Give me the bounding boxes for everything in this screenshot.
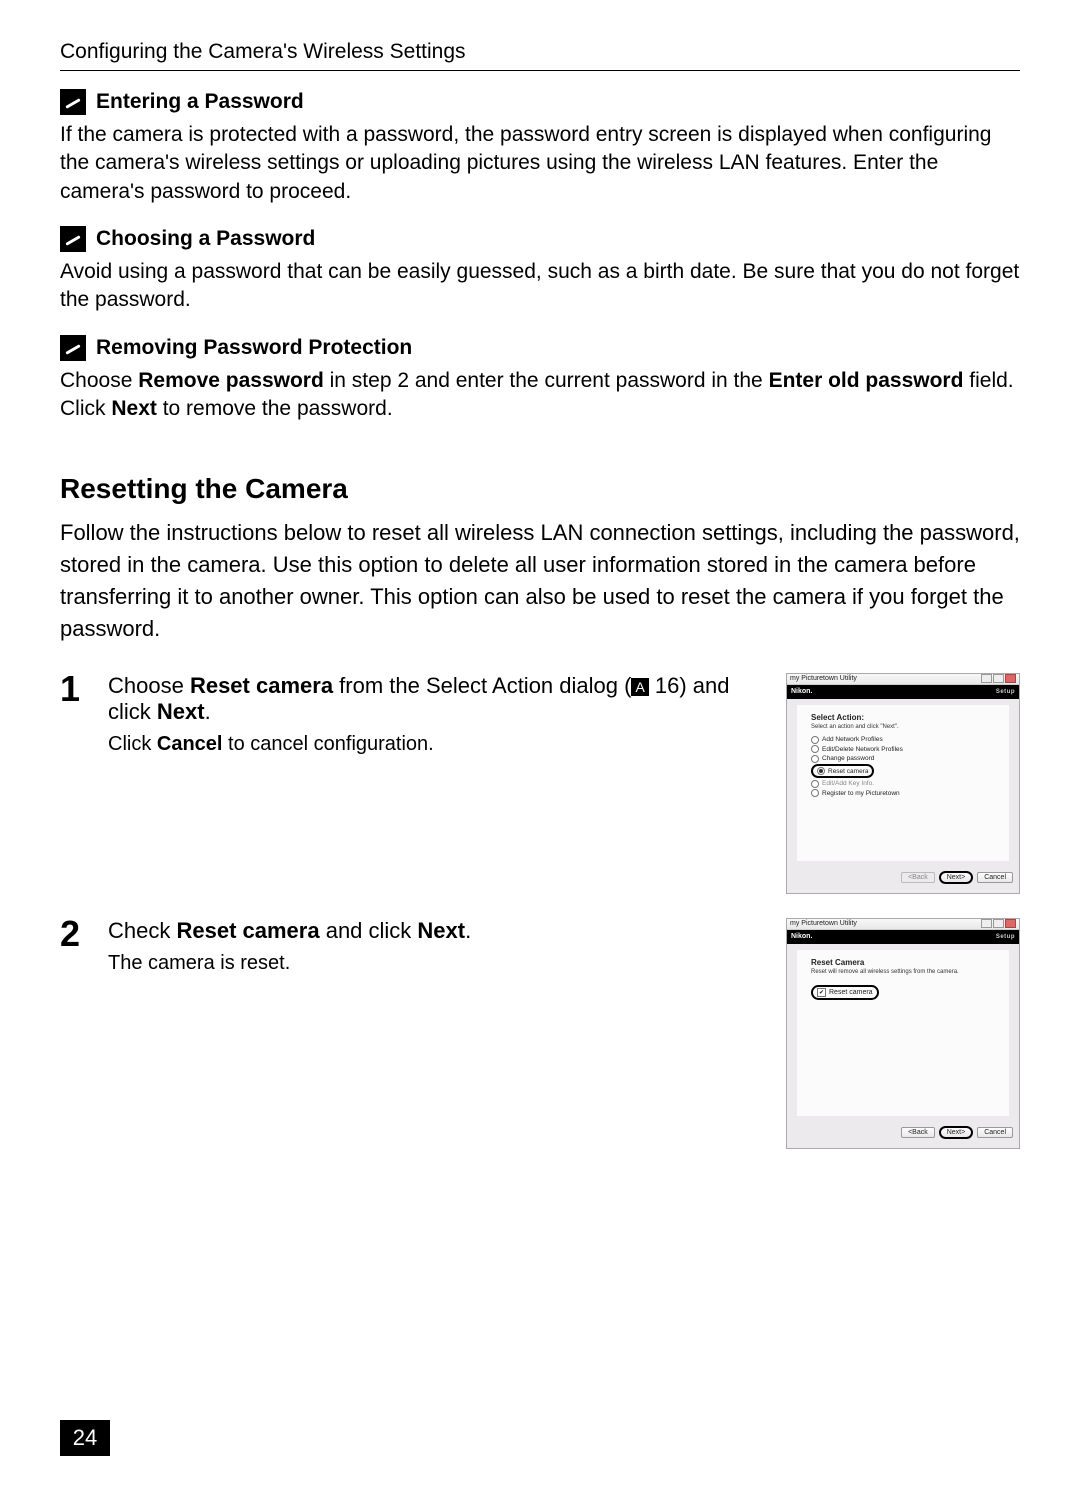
step-instruction: Check Reset camera and click Next. (108, 918, 768, 944)
dialog-subtext: Select an action and click "Next". (811, 724, 995, 730)
text: Check (108, 918, 176, 943)
note-body: Avoid using a password that can be easil… (60, 258, 1020, 315)
cancel-button[interactable]: Cancel (977, 872, 1013, 883)
radio-label: Add Network Profiles (822, 736, 883, 743)
step-subtext: Click Cancel to cancel configuration. (108, 733, 768, 756)
text-bold: Cancel (157, 733, 223, 755)
setup-label: Setup (996, 689, 1015, 695)
reference-icon: A (631, 678, 648, 696)
back-button[interactable]: <Back (901, 1127, 935, 1138)
page-header-title: Configuring the Camera's Wireless Settin… (60, 40, 1020, 64)
radio-group-actions: Add Network Profiles Edit/Delete Network… (811, 736, 995, 798)
text: Click (108, 733, 157, 755)
radio-label: Register to my Picturetown (822, 790, 900, 797)
step-instruction: Choose Reset camera from the Select Acti… (108, 673, 768, 725)
pencil-icon (60, 89, 86, 115)
text-bold: Enter old password (769, 369, 964, 392)
page-number: 24 (60, 1420, 110, 1456)
section-heading-resetting: Resetting the Camera (60, 473, 1020, 505)
checkbox-icon: ✔ (817, 988, 826, 997)
radio-edit-key-info[interactable]: Edit/Add Key Info. (811, 780, 995, 788)
step-2: 2 Check Reset camera and click Next. The… (60, 918, 1020, 1149)
note-body: If the camera is protected with a passwo… (60, 121, 1020, 206)
note-body: Choose Remove password in step 2 and ent… (60, 367, 1020, 424)
setup-label: Setup (996, 934, 1015, 940)
radio-reset-camera[interactable]: Reset camera (811, 764, 995, 778)
radio-label: Edit/Add Key Info. (822, 780, 874, 787)
note-title: Entering a Password (96, 90, 304, 114)
text: Choose (60, 369, 138, 392)
cancel-button[interactable]: Cancel (977, 1127, 1013, 1138)
text-bold: Next (111, 397, 157, 420)
radio-label: Reset camera (828, 768, 868, 775)
window-titlebar: my Picturetown Utility (787, 674, 1019, 685)
note-removing-password: Removing Password Protection Choose Remo… (60, 335, 1020, 424)
note-title: Removing Password Protection (96, 336, 412, 360)
text-bold: Next (157, 699, 205, 724)
radio-label: Change password (822, 755, 874, 762)
brand-bar: Nikon. Setup (787, 930, 1019, 944)
header-rule (60, 70, 1020, 71)
radio-add-profiles[interactable]: Add Network Profiles (811, 736, 995, 744)
next-button[interactable]: Next> (939, 1126, 973, 1139)
minimize-icon[interactable] (981, 674, 992, 683)
dialog-heading: Select Action: (811, 713, 995, 722)
radio-register-picturetown[interactable]: Register to my Picturetown (811, 789, 995, 797)
pencil-icon (60, 335, 86, 361)
checkbox-label: Reset camera (829, 989, 873, 996)
maximize-icon[interactable] (993, 674, 1004, 683)
maximize-icon[interactable] (993, 919, 1004, 928)
back-button[interactable]: <Back (901, 872, 935, 883)
text: Choose (108, 673, 190, 698)
window-title: my Picturetown Utility (790, 675, 857, 682)
text: to cancel configuration. (222, 733, 433, 755)
dialog-subtext: Reset will remove all wireless settings … (811, 969, 995, 975)
radio-edit-profiles[interactable]: Edit/Delete Network Profiles (811, 745, 995, 753)
text-bold: Remove password (138, 369, 324, 392)
brand-label: Nikon. (791, 688, 812, 695)
window-title: my Picturetown Utility (790, 920, 857, 927)
brand-bar: Nikon. Setup (787, 685, 1019, 699)
step-subtext: The camera is reset. (108, 952, 768, 975)
text-bold: Next (417, 918, 465, 943)
pencil-icon (60, 226, 86, 252)
close-icon[interactable] (1005, 919, 1016, 928)
step-number: 1 (60, 673, 90, 705)
note-title: Choosing a Password (96, 227, 315, 251)
text: . (465, 918, 471, 943)
text-bold: Reset camera (190, 673, 333, 698)
radio-label: Edit/Delete Network Profiles (822, 746, 903, 753)
note-choosing-password: Choosing a Password Avoid using a passwo… (60, 226, 1020, 315)
note-entering-password: Entering a Password If the camera is pro… (60, 89, 1020, 206)
checkbox-reset-camera[interactable]: ✔ Reset camera (811, 985, 879, 1000)
brand-label: Nikon. (791, 933, 812, 940)
text: . (205, 699, 211, 724)
text-bold: Reset camera (176, 918, 319, 943)
dialog-reset-camera-screenshot: my Picturetown Utility Nikon. Setup Rese… (786, 918, 1020, 1149)
text: to remove the password. (157, 397, 393, 420)
radio-change-password[interactable]: Change password (811, 755, 995, 763)
dialog-heading: Reset Camera (811, 958, 995, 967)
window-titlebar: my Picturetown Utility (787, 919, 1019, 930)
next-button[interactable]: Next> (939, 871, 973, 884)
step-number: 2 (60, 918, 90, 950)
close-icon[interactable] (1005, 674, 1016, 683)
text: and click (320, 918, 418, 943)
step-1: 1 Choose Reset camera from the Select Ac… (60, 673, 1020, 894)
text: in step 2 and enter the current password… (324, 369, 769, 392)
text: from the Select Action dialog ( (333, 673, 631, 698)
dialog-select-action-screenshot: my Picturetown Utility Nikon. Setup Sele… (786, 673, 1020, 894)
minimize-icon[interactable] (981, 919, 992, 928)
section-intro: Follow the instructions below to reset a… (60, 517, 1020, 645)
